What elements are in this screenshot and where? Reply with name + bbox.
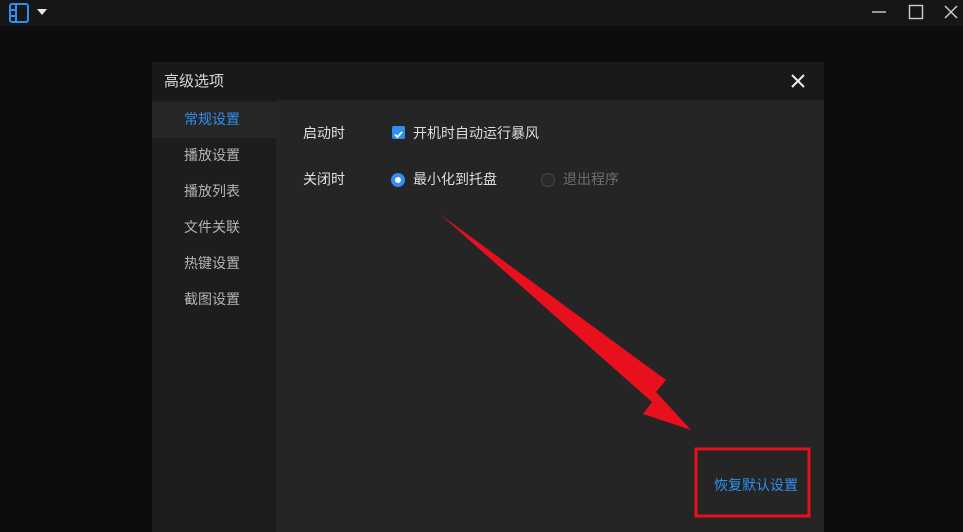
sidebar-item-playback[interactable]: 播放设置 <box>152 138 276 174</box>
exit-program-label[interactable]: 退出程序 <box>563 170 619 190</box>
sidebar-item-general[interactable]: 常规设置 <box>152 102 276 138</box>
dialog-header: 高级选项 <box>152 62 824 100</box>
sidebar-item-file-association[interactable]: 文件关联 <box>152 210 276 246</box>
settings-sidebar: 常规设置 播放设置 播放列表 文件关联 热键设置 截图设置 <box>152 100 276 532</box>
checkmark-icon <box>394 131 403 139</box>
app-titlebar <box>0 0 963 26</box>
sidebar-item-hotkeys[interactable]: 热键设置 <box>152 246 276 282</box>
exit-program-radio[interactable] <box>541 173 555 187</box>
dialog-title: 高级选项 <box>164 72 225 90</box>
maximize-icon <box>908 4 924 20</box>
minimize-to-tray-radio[interactable] <box>391 173 405 187</box>
sidebar-item-playlist[interactable]: 播放列表 <box>152 174 276 210</box>
caret-down-icon[interactable] <box>36 7 48 17</box>
autorun-checkbox-label[interactable]: 开机时自动运行暴风 <box>413 124 539 144</box>
minimize-to-tray-label[interactable]: 最小化到托盘 <box>413 170 497 190</box>
close-icon <box>944 5 958 19</box>
maximize-button[interactable] <box>901 0 931 24</box>
film-grid-icon[interactable] <box>8 2 30 24</box>
minimize-button[interactable] <box>864 0 894 24</box>
close-icon[interactable] <box>788 71 808 91</box>
sidebar-item-screenshot[interactable]: 截图设置 <box>152 282 276 318</box>
minimize-icon <box>872 11 886 13</box>
window-close-button[interactable] <box>936 0 963 24</box>
restore-defaults-link[interactable]: 恢复默认设置 <box>714 476 798 496</box>
on-close-label: 关闭时 <box>303 172 345 188</box>
startup-label: 启动时 <box>303 126 345 142</box>
advanced-options-dialog: 高级选项 常规设置 播放设置 播放列表 文件关联 热键设置 截图设置 启动时 开… <box>152 62 824 532</box>
autorun-checkbox[interactable] <box>392 126 405 139</box>
